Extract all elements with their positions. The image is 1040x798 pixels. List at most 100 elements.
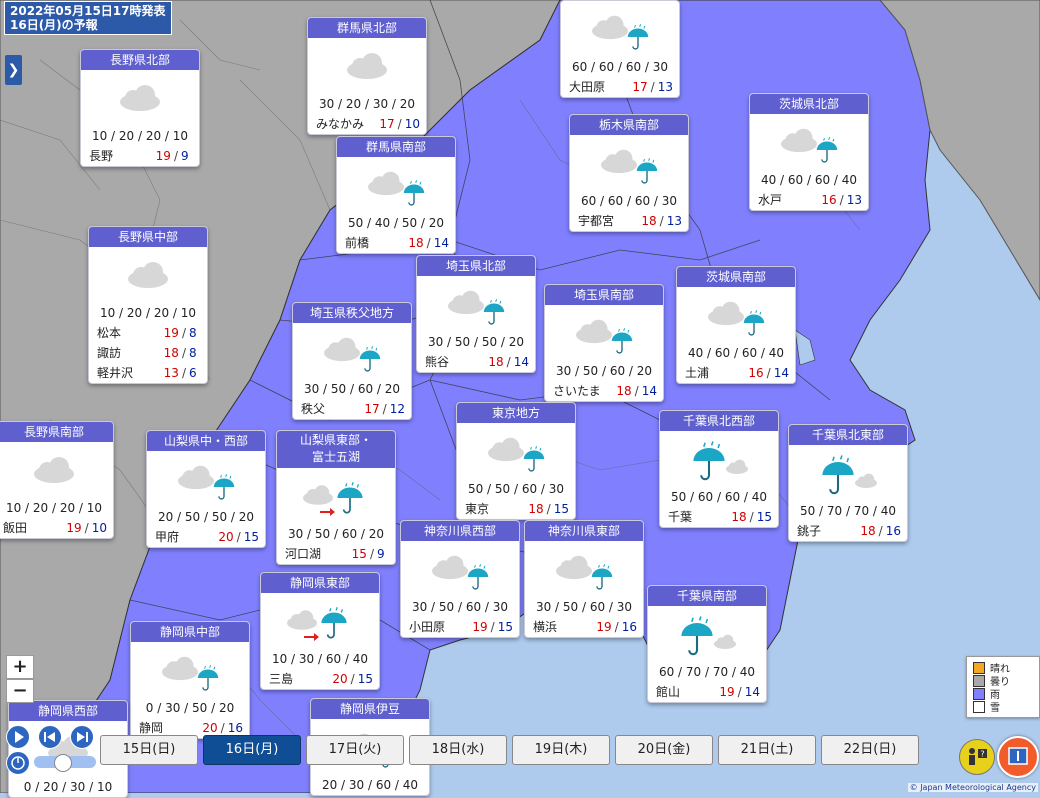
cloudy-rain-icon	[601, 149, 658, 184]
forecast-card[interactable]: 神奈川県西部 30 / 50 / 60 / 30 小田原 19/15	[400, 520, 520, 638]
low-temp: 16	[621, 620, 637, 634]
forecast-card[interactable]: 埼玉県秩父地方 30 / 50 / 60 / 20 秩父 17/12	[292, 302, 412, 420]
precip-probability: 30 / 50 / 60 / 20	[303, 382, 401, 396]
zoom-out-button[interactable]: −	[6, 679, 34, 703]
temp-separator: /	[506, 355, 511, 369]
skip-prev-icon	[44, 732, 55, 742]
weather-icon	[147, 451, 265, 507]
forecast-card[interactable]: 山梨県中・西部 20 / 50 / 50 / 20 甲府 20/15	[146, 430, 266, 548]
city-name: 宇都宮	[578, 214, 615, 228]
forecast-card[interactable]: 神奈川県東部 30 / 50 / 60 / 30 横浜 19/16	[524, 520, 644, 638]
temp-separator: /	[181, 366, 186, 380]
precip-probability: 40 / 60 / 60 / 40	[687, 346, 785, 360]
date-button[interactable]: 21日(土)	[718, 735, 816, 765]
precip-probability: 10 / 20 / 20 / 10	[99, 306, 197, 320]
city-temperature: 飯田 19/10	[0, 518, 113, 538]
city-temperature: 土浦 16/14	[677, 363, 795, 383]
forecast-card[interactable]: 長野県北部 10 / 20 / 20 / 10 長野 19/9	[80, 49, 200, 167]
rain-cloudy-icon	[681, 616, 736, 656]
forecast-card[interactable]: 群馬県北部 30 / 20 / 30 / 20 みなかみ 17/10	[307, 17, 427, 135]
copyright: © Japan Meteorological Agency	[907, 783, 1038, 792]
date-button[interactable]: 19日(木)	[512, 735, 610, 765]
low-temp: 8	[189, 346, 197, 360]
forecast-card[interactable]: 長野県南部 10 / 20 / 20 / 10 飯田 19/10	[0, 421, 114, 539]
high-temp: 18	[528, 502, 544, 516]
low-temp: 14	[773, 366, 789, 380]
forecast-card[interactable]: 栃木県南部 60 / 60 / 60 / 30 宇都宮 18/13	[569, 114, 689, 232]
date-button[interactable]: 15日(日)	[100, 735, 198, 765]
date-button[interactable]: 18日(水)	[409, 735, 507, 765]
high-temp: 17	[364, 402, 380, 416]
date-button[interactable]: 20日(金)	[615, 735, 713, 765]
forecast-card[interactable]: 山梨県東部・ 富士五湖 30 / 50 / 60 / 20 河口湖 15/9	[276, 430, 396, 565]
forecast-card[interactable]: 東京地方 50 / 50 / 60 / 30 東京 18/15	[456, 402, 576, 520]
precip-probability: 20 / 50 / 50 / 20	[157, 510, 255, 524]
date-button[interactable]: 16日(月)	[203, 735, 301, 765]
date-button[interactable]: 22日(日)	[821, 735, 919, 765]
forecast-card[interactable]: 茨城県南部 40 / 60 / 60 / 40 土浦 16/14	[676, 266, 796, 384]
high-temp: 18	[488, 355, 504, 369]
city-temperature: 甲府 20/15	[147, 527, 265, 547]
region-title: 静岡県西部	[9, 701, 127, 721]
low-temp: 15	[553, 502, 569, 516]
info-button[interactable]	[997, 736, 1039, 778]
forecast-card[interactable]: 千葉県南部 60 / 70 / 70 / 40 館山 19/14	[647, 585, 767, 703]
forecast-card[interactable]: 埼玉県北部 30 / 50 / 50 / 20 熊谷 18/14	[416, 255, 536, 373]
forecast-card[interactable]: 静岡県東部 10 / 30 / 60 / 40 三島 20/15	[260, 572, 380, 690]
forecast-card[interactable]: 群馬県南部 50 / 40 / 50 / 20 前橋 18/14	[336, 136, 456, 254]
forecast-card[interactable]: 埼玉県南部 30 / 50 / 60 / 20 さいたま 18/14	[544, 284, 664, 402]
city-temperature: 千葉 18/15	[660, 507, 778, 527]
low-temp: 10	[404, 117, 420, 131]
city-name: 大田原	[569, 80, 606, 94]
play-icon	[15, 731, 24, 743]
region-title: 長野県中部	[89, 227, 207, 247]
city-temperature: 松本 19/8	[89, 323, 207, 343]
high-temp: 18	[163, 346, 179, 360]
temp-separator: /	[749, 510, 754, 524]
temp-separator: /	[839, 193, 844, 207]
cloudy-rain-icon	[162, 656, 219, 691]
gauge-icon	[11, 756, 25, 770]
weather-icon	[677, 287, 795, 343]
city-name: 熊谷	[425, 355, 450, 369]
high-temp: 19	[596, 620, 612, 634]
city-temperature: 河口湖 15/9	[277, 544, 395, 564]
precip-probability: 30 / 50 / 60 / 30	[535, 600, 633, 614]
weather-icon	[277, 468, 395, 524]
cloudy-rain-icon	[708, 301, 765, 336]
speed-slider[interactable]	[34, 754, 96, 772]
help-button[interactable]: ?	[959, 739, 995, 775]
cloudy-icon	[347, 53, 387, 79]
date-button[interactable]: 17日(火)	[306, 735, 404, 765]
zoom-in-button[interactable]: +	[6, 655, 34, 679]
forecast-card[interactable]: 60 / 60 / 60 / 30 大田原 17/13	[560, 0, 680, 98]
high-temp: 17	[632, 80, 648, 94]
forecast-card[interactable]: 茨城県北部 40 / 60 / 60 / 40 水戸 16/13	[749, 93, 869, 211]
forecast-card[interactable]: 千葉県北東部 50 / 70 / 70 / 40 銚子 18/16	[788, 424, 908, 542]
low-temp: 8	[189, 326, 197, 340]
cloudy-rain-icon	[556, 555, 613, 590]
city-name: 土浦	[685, 366, 710, 380]
next-button[interactable]	[70, 725, 94, 749]
prev-button[interactable]	[38, 725, 62, 749]
weather-icon	[750, 114, 868, 170]
forecast-card[interactable]: 千葉県北西部 50 / 60 / 60 / 40 千葉 18/15	[659, 410, 779, 528]
expand-panel-button[interactable]: ❯	[5, 55, 22, 85]
region-title: 茨城県南部	[677, 267, 795, 287]
forecast-card[interactable]: 静岡県中部 0 / 30 / 50 / 20 静岡 20/16	[130, 621, 250, 739]
cloudy-then-rain-icon	[287, 607, 347, 641]
city-temperature: 大田原 17/13	[561, 77, 679, 97]
region-title: 神奈川県西部	[401, 521, 519, 541]
speed-button[interactable]	[6, 751, 30, 775]
cloudy-rain-icon	[368, 171, 425, 206]
forecast-card[interactable]: 長野県中部 10 / 20 / 20 / 10 松本 19/8 諏訪 18/8 軽井沢 13/…	[88, 226, 208, 384]
precip-probability: 10 / 20 / 20 / 10	[5, 501, 103, 515]
slider-handle[interactable]	[54, 754, 72, 772]
high-temp: 20	[218, 530, 234, 544]
weather-icon	[401, 541, 519, 597]
precip-probability: 30 / 20 / 30 / 20	[318, 97, 416, 111]
play-button[interactable]	[6, 725, 30, 749]
precip-probability: 30 / 50 / 60 / 20	[555, 364, 653, 378]
city-temperature: 宇都宮 18/13	[570, 211, 688, 231]
temp-separator: /	[650, 80, 655, 94]
